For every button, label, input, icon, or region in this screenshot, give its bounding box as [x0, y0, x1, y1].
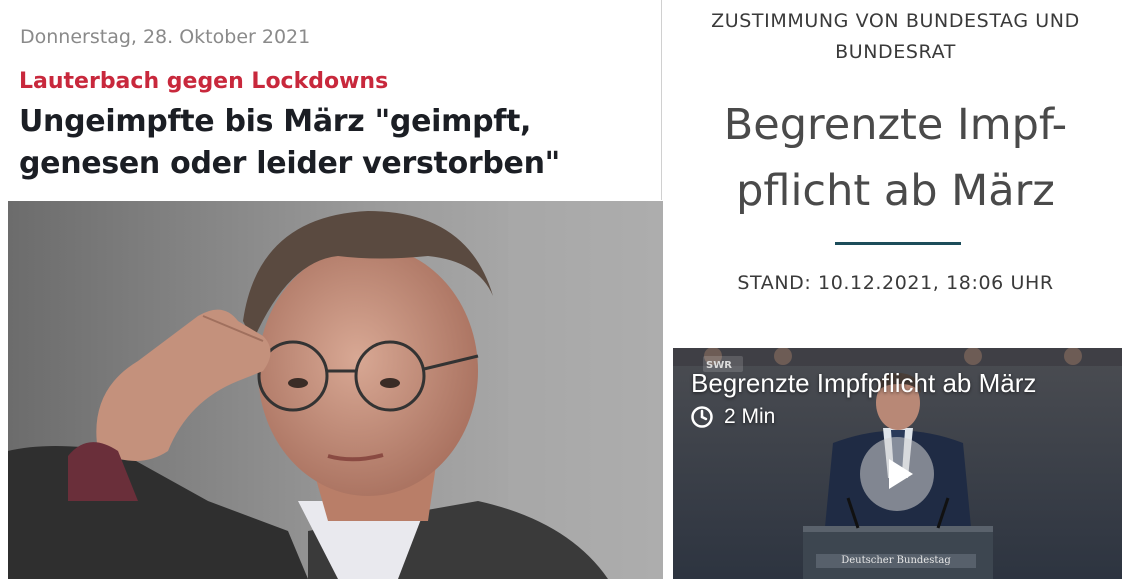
article-date: Donnerstag, 28. Oktober 2021	[20, 26, 311, 48]
video-duration: 2 Min	[691, 404, 775, 430]
video-duration-label: 2 Min	[724, 405, 776, 428]
headline-rule	[835, 242, 961, 245]
news-article-left: Donnerstag, 28. Oktober 2021 Lauterbach …	[0, 0, 666, 579]
article-headline-right[interactable]: Begrenzte Impf- pflicht ab März	[666, 92, 1125, 224]
play-icon	[889, 459, 913, 489]
video-player[interactable]: SWR Begrenzte Impfpflicht ab März 2 Min …	[673, 348, 1122, 579]
portrait-photo-icon	[8, 201, 663, 579]
article-topline: ZUSTIMMUNG VON BUNDESTAG UND BUNDESRAT	[711, 10, 1080, 63]
play-button[interactable]	[860, 437, 934, 511]
headline-line-1: Begrenzte Impf-	[723, 100, 1068, 150]
clock-icon	[691, 406, 713, 428]
article-kicker[interactable]: Lauterbach gegen Lockdowns	[19, 69, 388, 94]
column-divider	[661, 0, 662, 200]
article-headline[interactable]: Ungeimpfte bis März "geimpft, genesen od…	[19, 101, 659, 185]
news-article-right: ZUSTIMMUNG VON BUNDESTAG UND BUNDESRAT B…	[666, 0, 1125, 579]
article-photo[interactable]	[8, 201, 663, 579]
headline-line-2: pflicht ab März	[736, 166, 1055, 216]
podium-sign: Deutscher Bundestag	[816, 554, 976, 568]
video-title[interactable]: Begrenzte Impfpflicht ab März	[691, 368, 1036, 399]
article-timestamp: STAND: 10.12.2021, 18:06 UHR	[737, 272, 1054, 294]
